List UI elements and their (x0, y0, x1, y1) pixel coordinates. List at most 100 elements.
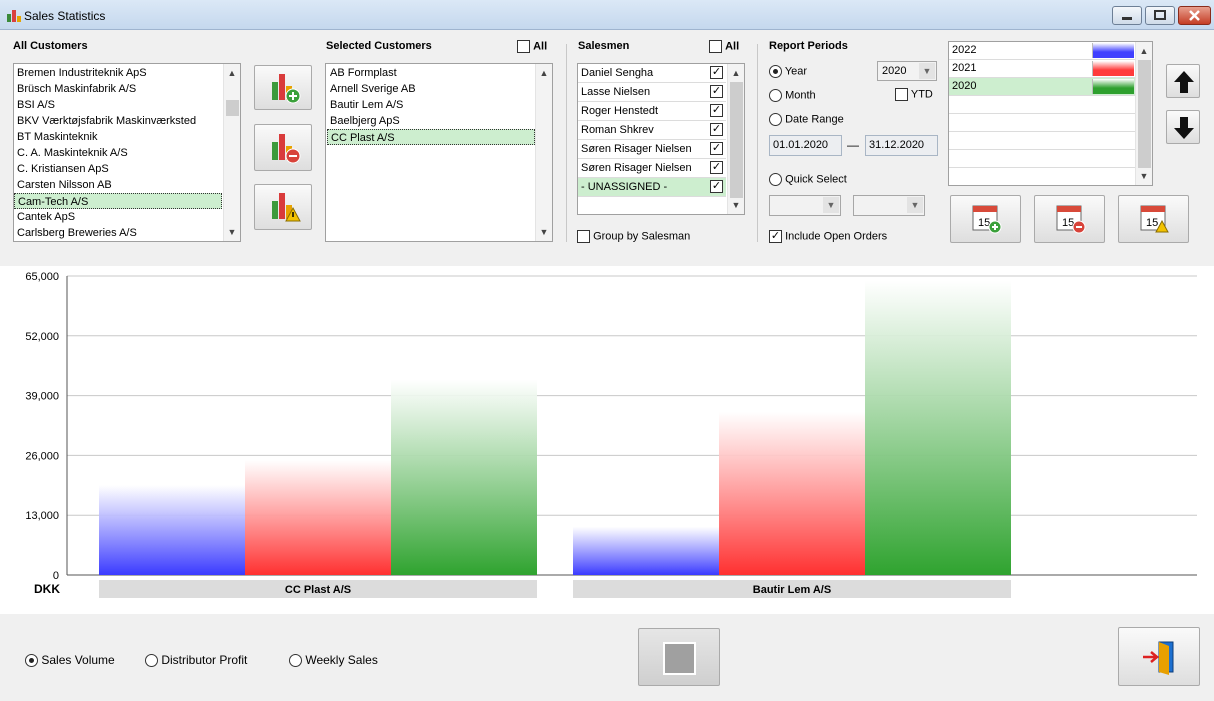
stop-button[interactable] (638, 628, 720, 686)
scroll-down-icon[interactable]: ▼ (224, 224, 240, 240)
checkbox[interactable]: ✓ (710, 66, 723, 79)
close-button[interactable] (1178, 6, 1211, 25)
period-date-range-option[interactable]: Date Range (769, 113, 844, 126)
ytd-checkbox[interactable]: YTD (895, 88, 933, 101)
checkbox[interactable] (895, 88, 908, 101)
checkbox[interactable]: ✓ (710, 104, 723, 117)
empty-row[interactable] (949, 150, 1135, 168)
list-item[interactable]: Bremen Industriteknik ApS (14, 65, 222, 81)
radio[interactable] (769, 173, 782, 186)
salesman-row[interactable]: Lasse Nielsen ✓ (578, 83, 726, 102)
radio[interactable] (769, 113, 782, 126)
radio[interactable] (289, 654, 302, 668)
empty-row[interactable] (949, 168, 1135, 185)
salesman-row[interactable]: - UNASSIGNED - ✓ (578, 178, 726, 197)
scroll-up-icon[interactable]: ▲ (1136, 43, 1152, 59)
add-period-button[interactable]: 15 (950, 195, 1021, 243)
list-item[interactable]: Cantek ApS (14, 209, 222, 225)
move-up-button[interactable] (1166, 64, 1200, 98)
list-item[interactable]: CC Plast A/S (327, 129, 535, 145)
scroll-up-icon[interactable]: ▲ (224, 65, 240, 81)
checkbox[interactable] (709, 40, 722, 53)
scroll-thumb[interactable] (730, 82, 743, 198)
add-customer-button[interactable] (254, 65, 312, 110)
include-open-orders[interactable]: ✓ Include Open Orders (769, 230, 887, 243)
period-row[interactable]: 2022 (949, 42, 1135, 60)
scrollbar[interactable]: ▲ ▼ (727, 64, 744, 214)
scroll-thumb[interactable] (1138, 60, 1151, 168)
bar-2021-0[interactable] (245, 460, 391, 575)
salesman-row[interactable]: Roman Shkrev ✓ (578, 121, 726, 140)
list-item[interactable]: Bautir Lem A/S (327, 97, 535, 113)
scrollbar[interactable]: ▲ ▼ (223, 64, 240, 241)
checkbox[interactable]: ✓ (710, 85, 723, 98)
list-item[interactable]: BT Maskinteknik (14, 129, 222, 145)
remove-customer-button[interactable] (254, 124, 312, 171)
scroll-down-icon[interactable]: ▼ (1136, 168, 1152, 184)
bar-2021-1[interactable] (719, 411, 865, 575)
salesman-row[interactable]: Søren Risager Nielsen ✓ (578, 140, 726, 159)
periods-list[interactable]: 2022 2021 2020 ▲ ▼ (948, 41, 1153, 186)
list-item[interactable]: BKV Værktøjsfabrik Maskinværksted (14, 113, 222, 129)
bar-2022-1[interactable] (573, 526, 719, 575)
salesmen-list[interactable]: Daniel Sengha ✓ Lasse Nielsen ✓ Roger Henste… (577, 63, 745, 215)
minimize-button[interactable] (1112, 6, 1142, 25)
radio[interactable] (769, 89, 782, 102)
list-item[interactable]: Arnell Sverige AB (327, 81, 535, 97)
scrollbar[interactable]: ▲ ▼ (535, 64, 552, 241)
scroll-down-icon[interactable]: ▼ (728, 197, 744, 213)
period-warning-button[interactable]: 15 (1118, 195, 1189, 243)
salesman-row[interactable]: Roger Henstedt ✓ (578, 102, 726, 121)
maximize-button[interactable] (1145, 6, 1175, 25)
checkbox[interactable]: ✓ (710, 142, 723, 155)
bar-2020-1[interactable] (865, 280, 1011, 575)
checkbox[interactable]: ✓ (710, 180, 723, 193)
salesman-row[interactable]: Søren Risager Nielsen ✓ (578, 159, 726, 178)
list-item[interactable]: Carsten Nilsson AB (14, 177, 222, 193)
date-from-field[interactable]: 01.01.2020 (769, 135, 842, 156)
scroll-up-icon[interactable]: ▲ (728, 65, 744, 81)
all-customers-list[interactable]: Bremen Industriteknik ApS Brüsch Maskinfa… (13, 63, 241, 242)
list-item[interactable]: Baelbjerg ApS (327, 113, 535, 129)
remove-period-button[interactable]: 15 (1034, 195, 1105, 243)
view-option-0[interactable]: Sales Volume (25, 653, 115, 668)
list-item[interactable]: BSI A/S (14, 97, 222, 113)
list-item[interactable]: Cam-Tech A/S (14, 193, 222, 209)
list-item[interactable]: C. A. Maskinteknik A/S (14, 145, 222, 161)
view-option-1[interactable]: Distributor Profit (145, 653, 247, 668)
quick-select-combo-1[interactable]: ▼ (769, 195, 841, 216)
salesmen-all[interactable]: All (709, 40, 739, 53)
scrollbar[interactable]: ▲ ▼ (1135, 42, 1152, 185)
empty-row[interactable] (949, 132, 1135, 150)
checkbox[interactable] (517, 40, 530, 53)
period-row[interactable]: 2021 (949, 60, 1135, 78)
selected-customers-list[interactable]: AB Formplast Arnell Sverige AB Bautir Lem … (325, 63, 553, 242)
checkbox[interactable]: ✓ (710, 123, 723, 136)
radio[interactable] (145, 654, 158, 668)
list-item[interactable]: Brüsch Maskinfabrik A/S (14, 81, 222, 97)
period-year-option[interactable]: Year (769, 65, 807, 78)
year-select[interactable]: 2020 ▼ (877, 61, 937, 81)
list-item[interactable]: AB Formplast (327, 65, 535, 81)
empty-row[interactable] (949, 114, 1135, 132)
checkbox[interactable] (577, 230, 590, 243)
bar-2022-0[interactable] (99, 485, 245, 575)
scroll-up-icon[interactable]: ▲ (536, 65, 552, 81)
group-by-salesman[interactable]: Group by Salesman (577, 230, 690, 243)
move-down-button[interactable] (1166, 110, 1200, 144)
view-option-2[interactable]: Weekly Sales (289, 653, 378, 668)
list-item[interactable]: Carlsberg Breweries A/S (14, 225, 222, 241)
period-quick-select-option[interactable]: Quick Select (769, 173, 847, 186)
period-month-option[interactable]: Month (769, 89, 816, 102)
date-to-field[interactable]: 31.12.2020 (865, 135, 938, 156)
customer-warning-button[interactable] (254, 184, 312, 230)
empty-row[interactable] (949, 96, 1135, 114)
checkbox[interactable]: ✓ (769, 230, 782, 243)
period-row[interactable]: 2020 (949, 78, 1135, 96)
scroll-down-icon[interactable]: ▼ (536, 224, 552, 240)
selected-customers-all[interactable]: All (517, 40, 547, 53)
quick-select-combo-2[interactable]: ▼ (853, 195, 925, 216)
exit-button[interactable] (1118, 627, 1200, 686)
salesman-row[interactable]: Daniel Sengha ✓ (578, 64, 726, 83)
radio[interactable] (769, 65, 782, 78)
